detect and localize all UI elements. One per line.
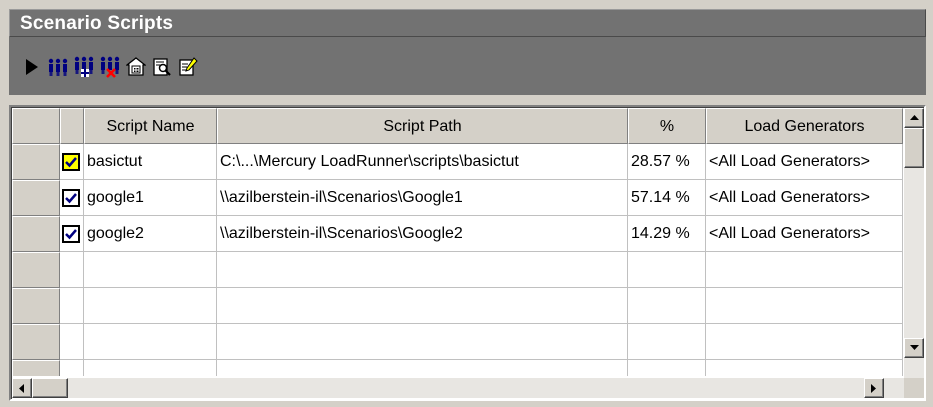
header-corner (12, 108, 60, 144)
percent-cell[interactable]: 57.14 % (628, 180, 706, 216)
column-header-load-generators[interactable]: Load Generators (706, 108, 903, 144)
remove-vusers-button[interactable] (98, 55, 121, 79)
row-header[interactable] (12, 360, 60, 376)
scroll-down-button[interactable] (904, 338, 924, 358)
column-header-script-name[interactable]: Script Name (84, 108, 217, 144)
empty-row[interactable] (12, 252, 903, 288)
script-path-cell[interactable]: \\azilberstein-il\Scenarios\Google1 (217, 180, 628, 216)
panel-title-bar: Scenario Scripts (9, 9, 926, 37)
scroll-up-button[interactable] (904, 108, 924, 128)
empty-cell[interactable] (706, 252, 903, 288)
vertical-scroll-thumb[interactable] (904, 128, 924, 168)
scripts-grid-frame: Script Name Script Path % Load Generator… (9, 105, 926, 401)
script-path-cell[interactable]: \\azilberstein-il\Scenarios\Google2 (217, 216, 628, 252)
checkmark-icon (65, 193, 77, 204)
checkmark-icon (65, 229, 77, 240)
table-row[interactable]: google1 \\azilberstein-il\Scenarios\Goog… (12, 180, 903, 216)
header-check (60, 108, 84, 144)
load-generators-cell[interactable]: <All Load Generators> (706, 180, 903, 216)
load-generators-cell[interactable]: <All Load Generators> (706, 144, 903, 180)
empty-cell[interactable] (84, 324, 217, 360)
empty-cell[interactable] (84, 360, 217, 376)
arrow-right-icon (871, 383, 876, 393)
empty-cell[interactable] (628, 252, 706, 288)
arrow-down-icon (909, 345, 919, 350)
empty-cell[interactable] (60, 252, 84, 288)
empty-cell[interactable] (706, 360, 903, 376)
empty-cell[interactable] (217, 324, 628, 360)
scroll-right-button[interactable] (864, 378, 884, 398)
add-vusers-button[interactable] (72, 55, 95, 79)
percent-cell[interactable]: 14.29 % (628, 216, 706, 252)
grid-header-row: Script Name Script Path % Load Generator… (12, 108, 903, 144)
vertical-scrollbar[interactable] (904, 108, 924, 378)
empty-cell[interactable] (217, 288, 628, 324)
row-header[interactable] (12, 288, 60, 324)
column-header-script-path[interactable]: Script Path (217, 108, 628, 144)
load-generators-cell[interactable]: <All Load Generators> (706, 216, 903, 252)
row-header[interactable] (12, 252, 60, 288)
scripts-toolbar (9, 37, 926, 95)
arrow-left-icon (19, 383, 24, 393)
table-row[interactable]: basictut C:\...\Mercury LoadRunner\scrip… (12, 144, 903, 180)
empty-cell[interactable] (217, 360, 628, 376)
row-checkbox-cell[interactable] (60, 144, 84, 180)
add-vusers-icon (74, 56, 93, 77)
empty-cell[interactable] (628, 360, 706, 376)
script-enabled-checkbox[interactable] (62, 225, 80, 243)
scripts-grid: Script Name Script Path % Load Generator… (12, 108, 903, 376)
column-header-percent[interactable]: % (628, 108, 706, 144)
script-enabled-checkbox[interactable] (62, 153, 80, 171)
edit-script-button[interactable] (176, 55, 199, 79)
table-row[interactable]: google2 \\azilberstein-il\Scenarios\Goog… (12, 216, 903, 252)
empty-row[interactable] (12, 360, 903, 376)
empty-cell[interactable] (84, 252, 217, 288)
empty-cell[interactable] (60, 360, 84, 376)
script-path-cell[interactable]: C:\...\Mercury LoadRunner\scripts\basict… (217, 144, 628, 180)
view-script-icon (152, 58, 171, 76)
details-icon (125, 57, 146, 76)
empty-cell[interactable] (628, 324, 706, 360)
panel-title: Scenario Scripts (20, 13, 174, 34)
empty-cell[interactable] (60, 324, 84, 360)
run-button[interactable] (20, 55, 43, 79)
script-details-button[interactable] (124, 55, 147, 79)
vusers-button[interactable] (46, 55, 69, 79)
row-header[interactable] (12, 324, 60, 360)
empty-cell[interactable] (628, 288, 706, 324)
row-checkbox-cell[interactable] (60, 216, 84, 252)
empty-cell[interactable] (706, 324, 903, 360)
scrollbar-corner (904, 378, 924, 398)
script-enabled-checkbox[interactable] (62, 189, 80, 207)
script-name-cell[interactable]: basictut (84, 144, 217, 180)
checkmark-icon (65, 157, 77, 168)
row-header[interactable] (12, 180, 60, 216)
scenario-scripts-panel: Scenario Scripts Script Name Script Path… (0, 0, 933, 407)
empty-cell[interactable] (217, 252, 628, 288)
empty-cell[interactable] (60, 288, 84, 324)
empty-cell[interactable] (84, 288, 217, 324)
remove-vusers-icon (100, 56, 119, 78)
row-checkbox-cell[interactable] (60, 180, 84, 216)
edit-script-icon (178, 57, 198, 76)
horizontal-scrollbar[interactable] (12, 378, 904, 398)
play-icon (25, 59, 38, 75)
vusers-icon (48, 58, 67, 76)
script-name-cell[interactable]: google2 (84, 216, 217, 252)
empty-cell[interactable] (706, 288, 903, 324)
scroll-left-button[interactable] (12, 378, 32, 398)
row-header[interactable] (12, 144, 60, 180)
horizontal-scroll-thumb[interactable] (32, 378, 68, 398)
row-header[interactable] (12, 216, 60, 252)
empty-row[interactable] (12, 324, 903, 360)
script-name-cell[interactable]: google1 (84, 180, 217, 216)
arrow-up-icon (909, 115, 919, 120)
view-script-button[interactable] (150, 55, 173, 79)
empty-row[interactable] (12, 288, 903, 324)
percent-cell[interactable]: 28.57 % (628, 144, 706, 180)
